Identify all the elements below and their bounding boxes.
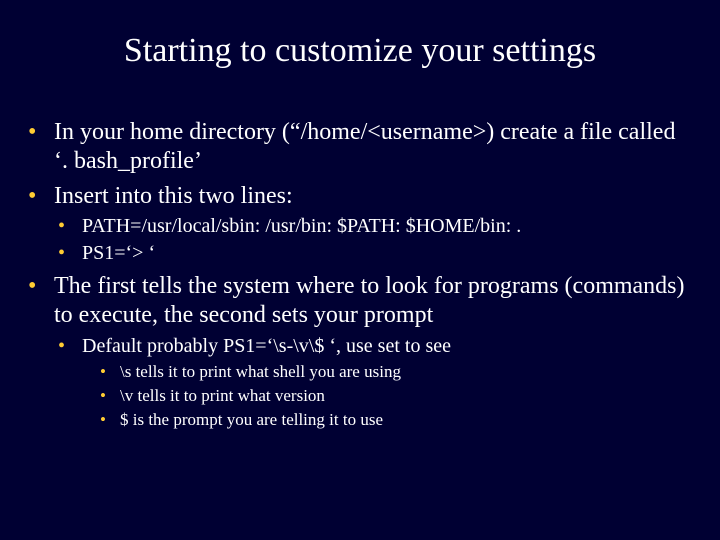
list-item: $ is the prompt you are telling it to us… [100,409,692,431]
list-item: In your home directory (“/home/<username… [28,118,692,176]
list-item: PATH=/usr/local/sbin: /usr/bin: $PATH: $… [58,214,692,239]
list-item: \s tells it to print what shell you are … [100,361,692,383]
list-item: The first tells the system where to look… [28,272,692,330]
list-item: Default probably PS1=‘\s-\v\$ ‘, use set… [58,334,692,359]
bullet-list: In your home directory (“/home/<username… [28,118,692,431]
list-item: Insert into this two lines: [28,182,692,211]
list-item: \v tells it to print what version [100,385,692,407]
slide-title: Starting to customize your settings [28,32,692,70]
list-item: PS1=‘> ‘ [58,241,692,266]
